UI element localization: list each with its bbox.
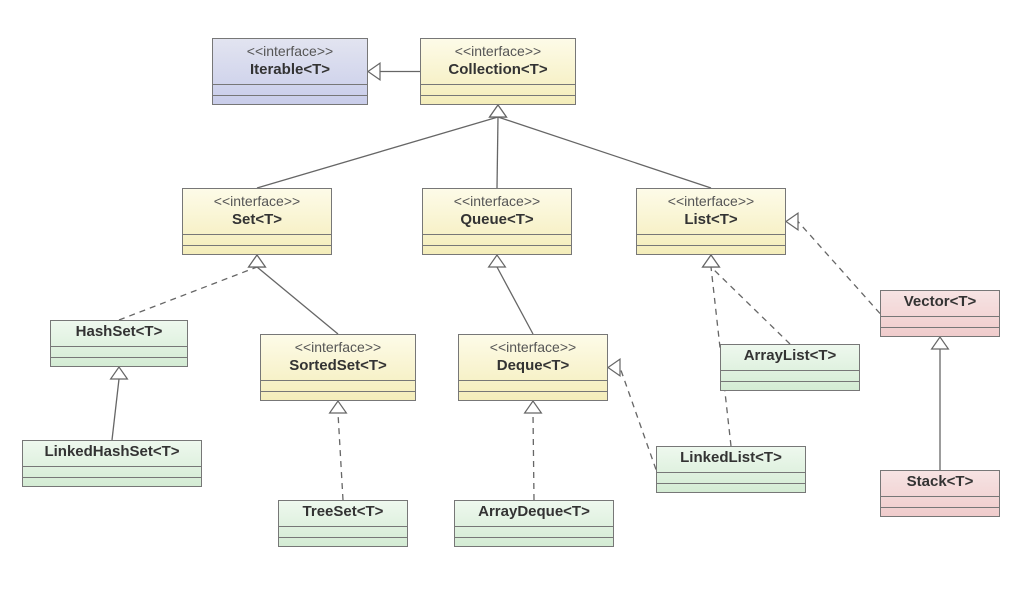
edge-arraylist-to-list bbox=[711, 267, 790, 344]
compartment-separator bbox=[881, 327, 999, 336]
compartment-separator bbox=[455, 537, 613, 546]
generalization-arrowhead bbox=[489, 255, 506, 267]
compartment-separator bbox=[721, 381, 859, 390]
compartment-separator bbox=[721, 370, 859, 381]
compartment-separator bbox=[183, 234, 331, 245]
compartment-separator bbox=[23, 477, 201, 486]
compartment-separator bbox=[51, 346, 187, 357]
uml-diagram-canvas: <<interface>>Iterable<T><<interface>>Col… bbox=[0, 0, 1024, 594]
compartment-separator bbox=[881, 316, 999, 327]
node-name: HashSet<T> bbox=[51, 321, 187, 346]
node-name: LinkedHashSet<T> bbox=[23, 441, 201, 466]
node-hashset: HashSet<T> bbox=[50, 320, 188, 367]
node-name: ArrayDeque<T> bbox=[455, 501, 613, 526]
edge-hashset-to-set bbox=[119, 267, 257, 320]
edge-arraydeque-to-deque bbox=[533, 413, 534, 500]
node-sortedset: <<interface>>SortedSet<T> bbox=[260, 334, 416, 401]
stereotype-label: <<interface>> bbox=[183, 189, 331, 209]
node-name: Vector<T> bbox=[881, 291, 999, 316]
node-list: <<interface>>List<T> bbox=[636, 188, 786, 255]
compartment-separator bbox=[261, 391, 415, 400]
stereotype-label: <<interface>> bbox=[213, 39, 367, 59]
compartment-separator bbox=[881, 507, 999, 516]
compartment-separator bbox=[279, 537, 407, 546]
compartment-separator bbox=[23, 466, 201, 477]
compartment-separator bbox=[657, 483, 805, 492]
node-deque: <<interface>>Deque<T> bbox=[458, 334, 608, 401]
stereotype-label: <<interface>> bbox=[459, 335, 607, 355]
node-name: Collection<T> bbox=[421, 59, 575, 84]
compartment-separator bbox=[279, 526, 407, 537]
compartment-separator bbox=[657, 472, 805, 483]
compartment-separator bbox=[455, 526, 613, 537]
edge-vector-to-list bbox=[798, 222, 880, 314]
stereotype-label: <<interface>> bbox=[637, 189, 785, 209]
node-stack: Stack<T> bbox=[880, 470, 1000, 517]
node-linkedlist: LinkedList<T> bbox=[656, 446, 806, 493]
edge-deque-to-queue bbox=[497, 267, 533, 334]
generalization-arrowhead bbox=[703, 255, 720, 267]
node-iterable: <<interface>>Iterable<T> bbox=[212, 38, 368, 105]
node-name: Deque<T> bbox=[459, 355, 607, 380]
node-name: Iterable<T> bbox=[213, 59, 367, 84]
node-name: SortedSet<T> bbox=[261, 355, 415, 380]
generalization-arrowhead bbox=[490, 105, 507, 117]
compartment-separator bbox=[213, 84, 367, 95]
node-arraydeque: ArrayDeque<T> bbox=[454, 500, 614, 547]
compartment-separator bbox=[459, 380, 607, 391]
edge-set-to-collection bbox=[257, 117, 498, 188]
compartment-separator bbox=[183, 245, 331, 254]
edge-queue-to-collection bbox=[497, 117, 498, 188]
compartment-separator bbox=[261, 380, 415, 391]
stereotype-label: <<interface>> bbox=[421, 39, 575, 59]
generalization-arrowhead bbox=[368, 63, 380, 80]
generalization-arrowhead bbox=[490, 105, 507, 117]
generalization-arrowhead bbox=[249, 255, 266, 267]
edge-linkedhashset-to-hashset bbox=[112, 379, 119, 440]
compartment-separator bbox=[423, 245, 571, 254]
node-name: List<T> bbox=[637, 209, 785, 234]
generalization-arrowhead bbox=[249, 255, 266, 267]
generalization-arrowhead bbox=[490, 105, 507, 117]
compartment-separator bbox=[881, 496, 999, 507]
compartment-separator bbox=[637, 245, 785, 254]
generalization-arrowhead bbox=[786, 213, 798, 230]
stereotype-label: <<interface>> bbox=[423, 189, 571, 209]
generalization-arrowhead bbox=[330, 401, 347, 413]
generalization-arrowhead bbox=[932, 337, 949, 349]
compartment-separator bbox=[637, 234, 785, 245]
edge-linkedlist-to-deque bbox=[620, 368, 656, 470]
generalization-arrowhead bbox=[703, 255, 720, 267]
node-collection: <<interface>>Collection<T> bbox=[420, 38, 576, 105]
node-queue: <<interface>>Queue<T> bbox=[422, 188, 572, 255]
edge-treeset-to-sortedset bbox=[338, 413, 343, 500]
node-name: Set<T> bbox=[183, 209, 331, 234]
node-name: LinkedList<T> bbox=[657, 447, 805, 472]
node-name: ArrayList<T> bbox=[721, 345, 859, 370]
compartment-separator bbox=[51, 357, 187, 366]
node-name: Stack<T> bbox=[881, 471, 999, 496]
generalization-arrowhead bbox=[608, 359, 620, 376]
node-name: Queue<T> bbox=[423, 209, 571, 234]
node-arraylist: ArrayList<T> bbox=[720, 344, 860, 391]
compartment-separator bbox=[421, 95, 575, 104]
generalization-arrowhead bbox=[111, 367, 128, 379]
edge-sortedset-to-set bbox=[257, 267, 338, 334]
edge-list-to-collection bbox=[498, 117, 711, 188]
node-set: <<interface>>Set<T> bbox=[182, 188, 332, 255]
node-treeset: TreeSet<T> bbox=[278, 500, 408, 547]
generalization-arrowhead bbox=[525, 401, 542, 413]
compartment-separator bbox=[459, 391, 607, 400]
compartment-separator bbox=[423, 234, 571, 245]
compartment-separator bbox=[213, 95, 367, 104]
node-linkedhashset: LinkedHashSet<T> bbox=[22, 440, 202, 487]
node-name: TreeSet<T> bbox=[279, 501, 407, 526]
compartment-separator bbox=[421, 84, 575, 95]
stereotype-label: <<interface>> bbox=[261, 335, 415, 355]
node-vector: Vector<T> bbox=[880, 290, 1000, 337]
